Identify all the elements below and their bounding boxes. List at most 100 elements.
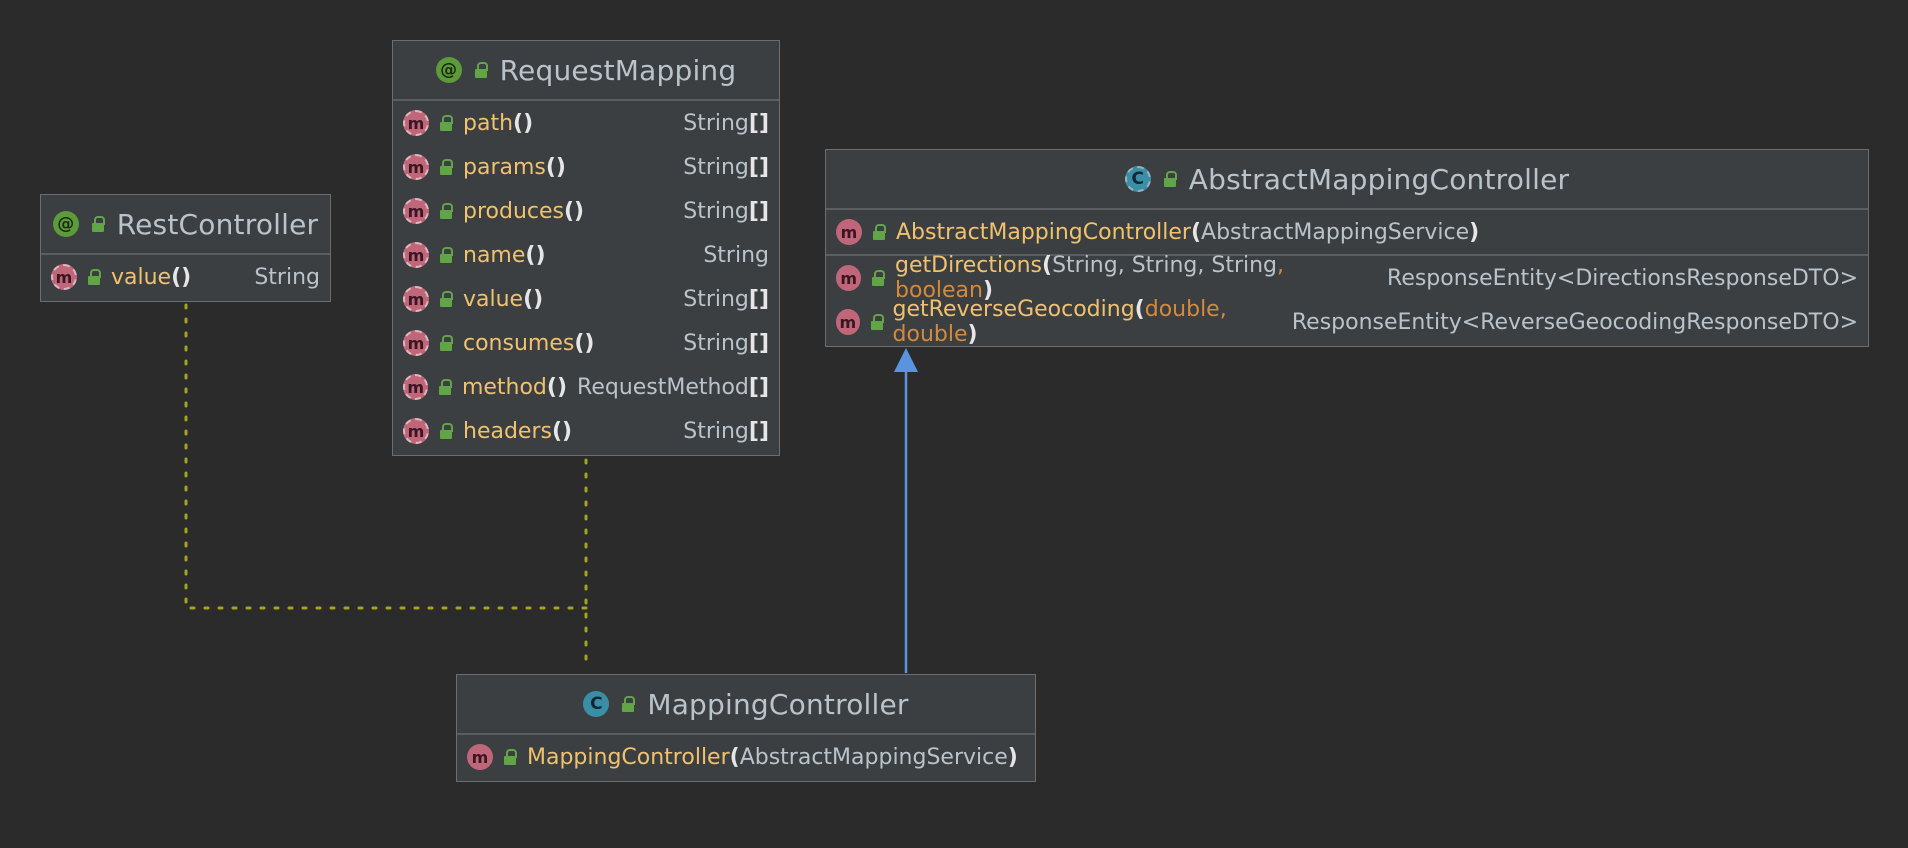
return-type-gt: > bbox=[1839, 309, 1858, 335]
method-icon: m bbox=[836, 219, 862, 245]
return-type: String bbox=[254, 264, 320, 290]
method-paren: () bbox=[564, 198, 585, 224]
return-type: String[] bbox=[683, 199, 769, 224]
request-mapping-header: @ RequestMapping bbox=[393, 41, 779, 101]
public-lock-icon bbox=[439, 423, 453, 439]
public-lock-icon bbox=[439, 335, 453, 351]
return-type-name: String bbox=[683, 198, 749, 224]
open-paren: ( bbox=[729, 744, 740, 770]
return-type-name: String bbox=[683, 330, 749, 356]
method-name: headers bbox=[463, 418, 552, 444]
close-paren: ) bbox=[1007, 744, 1018, 770]
return-type-name: String bbox=[683, 418, 749, 444]
method-icon: m bbox=[403, 330, 429, 356]
rest-controller-method-value[interactable]: m value() String bbox=[41, 255, 330, 299]
public-lock-icon bbox=[871, 270, 886, 286]
method-paren: () bbox=[513, 110, 534, 136]
request-mapping-node[interactable]: @ RequestMapping m path() String[] m params(… bbox=[392, 40, 780, 456]
rest-controller-node[interactable]: @ RestController m value() String bbox=[40, 194, 331, 302]
rest-controller-header: @ RestController bbox=[41, 195, 330, 255]
return-type-lt: < bbox=[1461, 309, 1481, 335]
mapping-controller-constructor[interactable]: m MappingController(AbstractMappingServi… bbox=[457, 735, 1035, 779]
method-name: value bbox=[463, 286, 524, 312]
get-directions-method[interactable]: m getDirections(String, String, String, … bbox=[826, 253, 1868, 303]
array-suffix: [] bbox=[748, 198, 769, 224]
annotation-icon: @ bbox=[435, 57, 462, 83]
method-name: params bbox=[463, 154, 546, 180]
method-icon: m bbox=[403, 242, 429, 268]
public-lock-icon bbox=[438, 379, 452, 395]
method-paren: () bbox=[546, 374, 568, 400]
mapping-controller-node[interactable]: C MappingController m MappingController(… bbox=[456, 674, 1036, 782]
close-paren: ) bbox=[1469, 219, 1480, 245]
return-type: String[] bbox=[683, 287, 769, 312]
abstract-mapping-controller-header: C AbstractMappingController bbox=[826, 150, 1868, 210]
public-lock-icon bbox=[872, 224, 886, 240]
constructor-params: AbstractMappingService bbox=[739, 744, 1008, 770]
mapping-controller-header: C MappingController bbox=[457, 675, 1035, 735]
method-name: name bbox=[463, 242, 526, 268]
public-lock-icon bbox=[621, 696, 636, 712]
request-mapping-method-row[interactable]: m consumes() String[] bbox=[393, 321, 779, 365]
return-type-name: String bbox=[703, 242, 769, 268]
constructor-name: MappingController bbox=[527, 744, 730, 770]
method-icon: m bbox=[403, 110, 429, 136]
abstract-mapping-controller-node[interactable]: C AbstractMappingController m AbstractMa… bbox=[825, 149, 1869, 347]
return-type-lt: < bbox=[1556, 265, 1576, 291]
return-type-main: ResponseEntity bbox=[1387, 265, 1557, 291]
array-suffix: [] bbox=[748, 374, 769, 400]
inheritance-arrowhead bbox=[894, 348, 918, 372]
method-paren: () bbox=[574, 330, 595, 356]
param-comma: , bbox=[1277, 253, 1285, 278]
method-icon: m bbox=[836, 265, 862, 291]
abstract-controller-constructor[interactable]: m AbstractMappingController(AbstractMapp… bbox=[826, 210, 1868, 254]
method-name: consumes bbox=[463, 330, 575, 356]
method-icon: m bbox=[403, 374, 429, 400]
get-reverse-geocoding-method[interactable]: m getReverseGeocoding(double, double) Re… bbox=[826, 297, 1868, 347]
public-lock-icon bbox=[439, 115, 453, 131]
request-mapping-method-row[interactable]: m path() String[] bbox=[393, 101, 779, 145]
request-mapping-method-row[interactable]: m headers() String[] bbox=[393, 409, 779, 453]
request-mapping-method-row[interactable]: m produces() String[] bbox=[393, 189, 779, 233]
return-type-name: String bbox=[683, 286, 749, 312]
array-suffix: [] bbox=[748, 418, 769, 444]
public-lock-icon bbox=[1163, 171, 1177, 187]
method-icon: m bbox=[403, 198, 429, 224]
public-lock-icon bbox=[439, 159, 453, 175]
method-paren: () bbox=[171, 264, 192, 290]
return-type: String[] bbox=[683, 111, 769, 136]
method-name: getReverseGeocoding bbox=[892, 297, 1135, 322]
return-type-name: String bbox=[683, 110, 749, 136]
method-paren: () bbox=[523, 286, 544, 312]
public-lock-icon bbox=[87, 269, 101, 285]
public-lock-icon bbox=[439, 247, 453, 263]
method-name: path bbox=[463, 110, 514, 136]
method-icon: m bbox=[51, 264, 77, 290]
open-paren: ( bbox=[1190, 219, 1202, 245]
param-comma: , bbox=[1219, 297, 1227, 322]
close-paren: ) bbox=[967, 322, 978, 347]
rest-controller-title: RestController bbox=[116, 207, 319, 241]
public-lock-icon bbox=[503, 749, 517, 765]
request-mapping-method-row[interactable]: m value() String[] bbox=[393, 277, 779, 321]
mapping-controller-title: MappingController bbox=[647, 687, 909, 721]
return-type-main: ResponseEntity bbox=[1291, 309, 1462, 335]
param-strings: String, String, String bbox=[1052, 253, 1278, 278]
array-suffix: [] bbox=[748, 110, 769, 136]
abstract-class-icon: C bbox=[1124, 166, 1151, 192]
method-icon: m bbox=[403, 286, 429, 312]
return-type: ResponseEntity<DirectionsResponseDTO> bbox=[1387, 266, 1858, 291]
class-icon: C bbox=[583, 691, 610, 717]
method-paren: () bbox=[545, 154, 566, 180]
return-type-arg: ReverseGeocodingResponseDTO bbox=[1480, 309, 1840, 335]
array-suffix: [] bbox=[748, 330, 769, 356]
method-icon: m bbox=[403, 418, 429, 444]
return-type-name: String bbox=[683, 154, 749, 180]
request-mapping-method-row[interactable]: m name() String bbox=[393, 233, 779, 277]
request-mapping-method-row[interactable]: m params() String[] bbox=[393, 145, 779, 189]
return-type: String[] bbox=[683, 419, 769, 444]
method-name: produces bbox=[463, 198, 564, 224]
request-mapping-method-row[interactable]: m method() RequestMethod[] bbox=[393, 365, 779, 409]
abstract-mapping-controller-title: AbstractMappingController bbox=[1188, 162, 1570, 196]
constructor-params: AbstractMappingService bbox=[1201, 219, 1470, 245]
